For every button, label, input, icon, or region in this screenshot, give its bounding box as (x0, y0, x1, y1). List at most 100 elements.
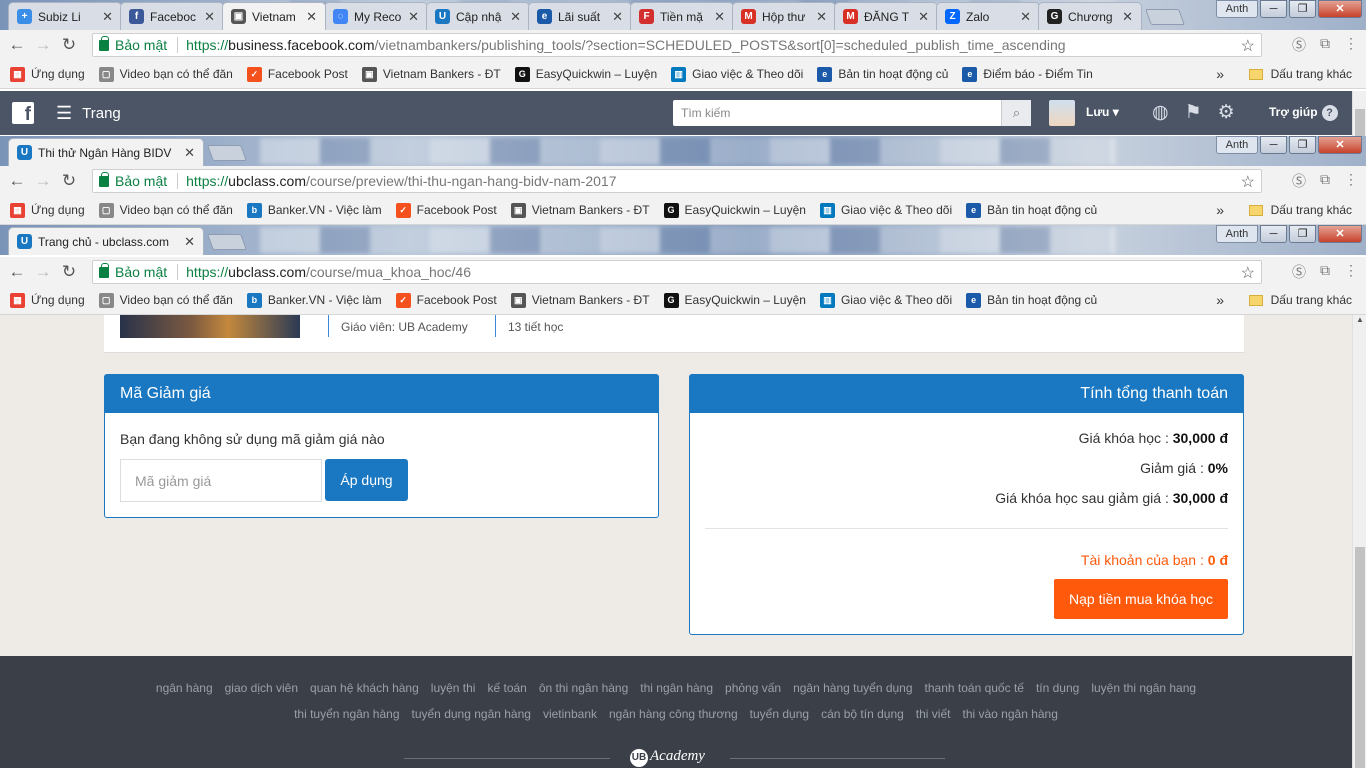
close-tab-icon[interactable]: ✕ (102, 9, 113, 25)
scroll-up-icon[interactable]: ▲ (1353, 315, 1366, 324)
minimize-button[interactable]: ─ (1260, 136, 1287, 154)
profile-badge[interactable]: Anth (1216, 0, 1258, 18)
scrollbar-window1[interactable] (1352, 91, 1366, 136)
tab-5[interactable]: U Cập nhậ ✕ (426, 2, 530, 30)
help-link[interactable]: Trợ giúp? (1269, 105, 1338, 121)
bookmarks-overflow-icon[interactable]: » (1216, 202, 1224, 218)
bookmark-5[interactable]: ▣ Vietnam Bankers - ĐT (510, 292, 650, 308)
reload-icon[interactable]: ↻ (56, 262, 82, 282)
new-tab-button[interactable] (207, 234, 247, 250)
bookmark-7[interactable]: ▥ Giao việc & Theo dõi (819, 292, 952, 308)
close-tab-icon[interactable]: ✕ (1020, 9, 1031, 25)
url-field[interactable]: Bảo mật https://business.facebook.com/vi… (92, 33, 1262, 57)
skype-icon[interactable]: Ⓢ (1292, 35, 1306, 55)
bookmarks-overflow-icon[interactable]: » (1216, 292, 1224, 308)
footer-tag-link[interactable]: thi vào ngân hàng (962, 707, 1057, 721)
reload-icon[interactable]: ↻ (56, 171, 82, 191)
other-bookmarks[interactable]: Dấu trang khác (1248, 293, 1352, 307)
extension-icon[interactable]: ⧉ (1320, 35, 1330, 55)
facebook-search[interactable]: Tìm kiếm ⌕ (673, 100, 1031, 126)
footer-tag-link[interactable]: luyện thi ngân hang (1091, 681, 1196, 695)
close-tab-icon[interactable]: ✕ (918, 9, 929, 25)
bookmark-4[interactable]: ✓ Facebook Post (395, 202, 497, 218)
forward-icon[interactable]: → (30, 262, 56, 282)
bookmark-8[interactable]: e Bản tin hoạt động củ (966, 292, 1097, 308)
footer-tag-link[interactable]: luyện thi (431, 681, 476, 695)
maximize-button[interactable]: ❐ (1289, 136, 1316, 154)
close-tab-icon[interactable]: ✕ (816, 9, 827, 25)
footer-tag-link[interactable]: ôn thi ngân hàng (539, 681, 628, 695)
apply-coupon-button[interactable]: Áp dụng (325, 459, 408, 501)
back-icon[interactable]: ← (4, 262, 30, 282)
footer-tag-link[interactable]: thi tuyển ngân hàng (294, 707, 399, 721)
bookmark-2[interactable]: ▢ Video bạn có thể đăn (98, 66, 233, 82)
forward-icon[interactable]: → (30, 171, 56, 191)
scroll-thumb[interactable] (1355, 109, 1365, 136)
tab-6[interactable]: e Lãi suất ✕ (528, 2, 632, 30)
close-window-button[interactable]: ✕ (1318, 225, 1362, 243)
bookmark-2[interactable]: ▢ Video bạn có thể đăn (98, 202, 233, 218)
tab-active[interactable]: U Trang chủ - ubclass.com ✕ (8, 227, 204, 255)
skype-icon[interactable]: Ⓢ (1292, 262, 1306, 282)
skype-icon[interactable]: Ⓢ (1292, 171, 1306, 191)
gear-icon[interactable]: ⚙ (1218, 101, 1235, 124)
url-field[interactable]: Bảo mật https://ubclass.com/course/mua_k… (92, 260, 1262, 284)
tab-4[interactable]: ◌ My Reco ✕ (324, 2, 428, 30)
bookmark-star-icon[interactable]: ☆ (1241, 172, 1255, 192)
menu-icon[interactable]: ⋮ (1344, 262, 1358, 282)
maximize-button[interactable]: ❐ (1289, 0, 1316, 18)
close-tab-icon[interactable]: ✕ (510, 9, 521, 25)
extension-icon[interactable]: ⧉ (1320, 262, 1330, 282)
other-bookmarks[interactable]: Dấu trang khác (1248, 67, 1352, 81)
bookmark-3[interactable]: b Banker.VN - Việc làm (246, 292, 382, 308)
profile-badge[interactable]: Anth (1216, 136, 1258, 154)
tab-8[interactable]: M Hộp thư ✕ (732, 2, 836, 30)
pages-menu-label[interactable]: Trang (82, 105, 121, 122)
bookmark-7[interactable]: e Bản tin hoạt động củ (817, 66, 948, 82)
tab-11[interactable]: G Chương ✕ (1038, 2, 1142, 30)
minimize-button[interactable]: ─ (1260, 0, 1287, 18)
bookmark-8[interactable]: e Bản tin hoạt động củ (966, 202, 1097, 218)
tab-10[interactable]: Z Zalo ✕ (936, 2, 1040, 30)
footer-tag-link[interactable]: vietinbank (543, 707, 597, 721)
new-tab-button[interactable] (207, 145, 247, 161)
close-window-button[interactable]: ✕ (1318, 136, 1362, 154)
globe-icon[interactable]: ◍ (1152, 101, 1169, 124)
tab-2[interactable]: f Faceboc ✕ (120, 2, 224, 30)
footer-tag-link[interactable]: giao dịch viên (225, 681, 298, 695)
close-tab-icon[interactable]: ✕ (1122, 9, 1133, 25)
footer-tag-link[interactable]: phỏng vấn (725, 681, 781, 695)
bookmark-6[interactable]: G EasyQuickwin – Luyện (663, 202, 806, 218)
footer-tag-link[interactable]: tuyển dụng (750, 707, 809, 721)
close-tab-icon[interactable]: ✕ (184, 145, 195, 161)
flag-icon[interactable]: ⚑ (1185, 101, 1202, 124)
bookmark-1[interactable]: ▦ Ứng dụng (10, 66, 85, 82)
footer-tag-link[interactable]: ngân hàng (156, 681, 213, 695)
bookmark-2[interactable]: ▢ Video bạn có thể đăn (98, 292, 233, 308)
bookmarks-overflow-icon[interactable]: » (1216, 66, 1224, 82)
other-bookmarks[interactable]: Dấu trang khác (1248, 203, 1352, 217)
close-tab-icon[interactable]: ✕ (184, 234, 195, 250)
footer-tag-link[interactable]: thanh toán quốc tế (925, 681, 1024, 695)
back-icon[interactable]: ← (4, 171, 30, 191)
profile-badge[interactable]: Anth (1216, 225, 1258, 243)
tab-active[interactable]: U Thi thử Ngân Hàng BIDV ✕ (8, 138, 204, 166)
bookmark-4[interactable]: ▣ Vietnam Bankers - ĐT (361, 66, 501, 82)
bookmark-6[interactable]: G EasyQuickwin – Luyện (663, 292, 806, 308)
tab-7[interactable]: F Tiền mặ ✕ (630, 2, 734, 30)
bookmark-3[interactable]: b Banker.VN - Việc làm (246, 202, 382, 218)
maximize-button[interactable]: ❐ (1289, 225, 1316, 243)
footer-tag-link[interactable]: cán bộ tín dụng (821, 707, 904, 721)
forward-icon[interactable]: → (30, 35, 56, 55)
user-name[interactable]: Lưu ▾ (1086, 105, 1119, 119)
extension-icon[interactable]: ⧉ (1320, 171, 1330, 191)
page-scrollbar[interactable]: ▲ (1352, 315, 1366, 768)
bookmark-1[interactable]: ▦ Ứng dụng (10, 202, 85, 218)
new-tab-button[interactable] (1145, 9, 1185, 25)
minimize-button[interactable]: ─ (1260, 225, 1287, 243)
bookmark-1[interactable]: ▦ Ứng dụng (10, 292, 85, 308)
bookmark-6[interactable]: ▥ Giao việc & Theo dõi (671, 66, 803, 82)
close-tab-icon[interactable]: ✕ (408, 9, 419, 25)
page-scroll-thumb[interactable] (1355, 547, 1365, 768)
facebook-logo-icon[interactable]: f (12, 102, 34, 125)
